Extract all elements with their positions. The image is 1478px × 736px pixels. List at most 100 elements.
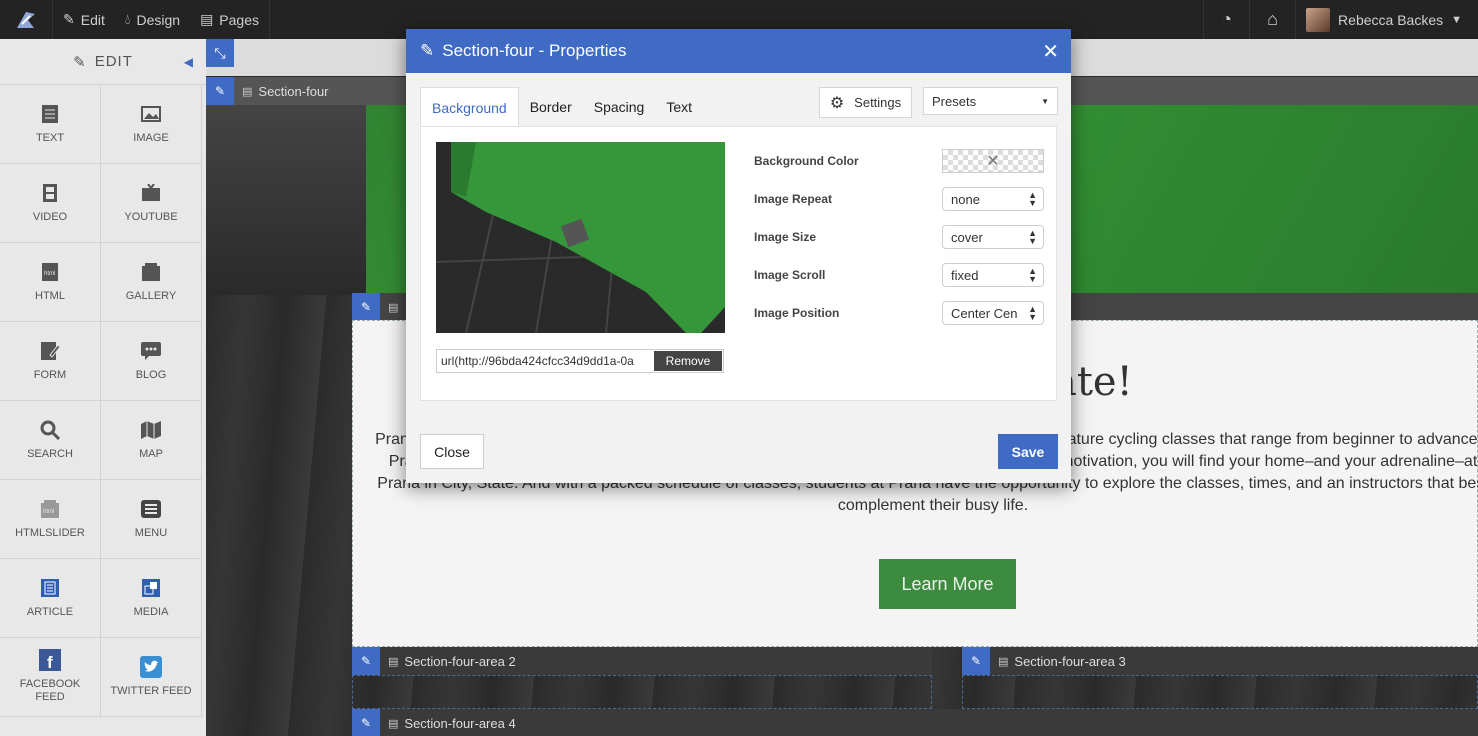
sidebar-title: EDIT — [94, 53, 133, 70]
facebook-icon: f — [39, 649, 61, 671]
drop-icon: 💧︎ — [124, 11, 131, 27]
menu-icon — [140, 499, 162, 519]
collapse-sidebar-icon[interactable]: ◀ — [184, 55, 194, 69]
pencil-square-icon: ✎ — [63, 11, 75, 27]
tile-label: GALLERY — [125, 289, 177, 302]
tile-blog[interactable]: BLOG — [101, 322, 202, 401]
edit-area4-icon[interactable]: ✎ — [352, 709, 380, 736]
settings-button[interactable]: ⚙ Settings — [819, 87, 912, 118]
area4-label[interactable]: ✎ ▤ Section-four-area 4 — [352, 709, 1478, 736]
tile-image[interactable]: IMAGE — [101, 85, 202, 164]
area4-name: Section-four-area 4 — [404, 715, 516, 731]
design-label: Design — [136, 11, 181, 28]
tile-gallery[interactable]: GALLERY — [101, 243, 202, 322]
close-icon[interactable]: ✕ — [1042, 39, 1059, 64]
save-button[interactable]: Save — [998, 434, 1058, 469]
area3-box[interactable] — [962, 675, 1478, 709]
area2-label[interactable]: ✎ ▤ Section-four-area 2 — [352, 647, 932, 675]
file-icon: ▤ — [200, 11, 214, 27]
tile-label: SEARCH — [27, 447, 73, 460]
tile-media[interactable]: MEDIA — [101, 559, 202, 638]
tile-htmlslider[interactable]: html HTMLSLIDER — [0, 480, 101, 559]
edit-section-icon[interactable]: ✎ — [206, 77, 234, 105]
edit-menu[interactable]: ✎ Edit — [53, 0, 115, 39]
tile-menu[interactable]: MENU — [101, 480, 202, 559]
image-scroll-select[interactable]: fixed ▲ ▼ — [942, 263, 1044, 287]
select-arrows-icon: ▲ ▼ — [1028, 266, 1037, 284]
document-icon: ▤ — [388, 655, 399, 668]
pages-menu[interactable]: ▤ Pages — [190, 0, 269, 39]
tile-form[interactable]: FORM — [0, 322, 101, 401]
dialog-body: Background Border Spacing Text ⚙ Setting… — [406, 73, 1071, 483]
dashboard-button[interactable]: ◔ — [1203, 0, 1249, 39]
tile-article[interactable]: ARTICLE — [0, 559, 101, 638]
learn-more-button[interactable]: Learn More — [879, 559, 1016, 609]
tile-youtube[interactable]: YOUTUBE — [101, 164, 202, 243]
pages-label: Pages — [219, 11, 259, 28]
image-url-field[interactable]: url(http://96bda424cfcc34d9dd1a-0a Remov… — [436, 349, 724, 373]
gallery-icon — [140, 262, 162, 282]
home-button[interactable]: ⌂ — [1249, 0, 1295, 39]
background-color-picker[interactable]: ✕ — [942, 149, 1044, 173]
area2-box[interactable] — [352, 675, 932, 709]
design-menu[interactable]: 💧︎ Design — [115, 0, 190, 39]
text-icon — [39, 104, 61, 124]
tile-label: VIDEO — [32, 210, 68, 223]
dialog-title: Section-four - Properties — [442, 41, 627, 60]
clear-color-icon: ✕ — [986, 153, 1000, 170]
image-position-select[interactable]: Center Cen ▲ ▼ — [942, 301, 1044, 325]
close-button[interactable]: Close — [420, 434, 484, 469]
form-icon — [39, 341, 61, 361]
app-logo[interactable] — [0, 0, 52, 39]
area2-name: Section-four-area 2 — [404, 653, 516, 669]
bg-color-label: Background Color — [754, 154, 859, 168]
tile-video[interactable]: VIDEO — [0, 164, 101, 243]
tab-spacing[interactable]: Spacing — [583, 87, 656, 127]
scroll-value: fixed — [951, 267, 979, 283]
tile-label: MAP — [139, 447, 163, 460]
user-name: Rebecca Backes — [1338, 11, 1444, 28]
edit-inner-icon[interactable]: ✎ — [352, 293, 380, 321]
caret-down-icon: ▼ — [1451, 13, 1462, 26]
search-icon — [39, 420, 61, 440]
gear-icon: ⚙ — [829, 94, 845, 112]
tile-map[interactable]: MAP — [101, 401, 202, 480]
tile-search[interactable]: SEARCH — [0, 401, 101, 480]
htmlslider-icon: html — [39, 499, 61, 519]
tile-text[interactable]: TEXT — [0, 85, 101, 164]
tile-label: FACEBOOK FEED — [19, 678, 81, 703]
remove-image-button[interactable]: Remove — [654, 351, 722, 371]
presets-select[interactable]: Presets ▼ — [923, 87, 1058, 115]
area3-name: Section-four-area 3 — [1014, 653, 1126, 669]
tab-text[interactable]: Text — [655, 87, 703, 127]
tile-html[interactable]: html HTML — [0, 243, 101, 322]
edit-area2-icon[interactable]: ✎ — [352, 647, 380, 675]
presets-value: Presets — [932, 93, 977, 109]
document-icon: ▤ — [998, 655, 1009, 668]
tile-label: HTML — [35, 289, 65, 302]
media-icon — [140, 578, 162, 598]
edit-square-icon: ✎ — [420, 41, 435, 60]
tile-label: MENU — [134, 526, 168, 539]
tab-background[interactable]: Background — [420, 87, 519, 127]
area3-label[interactable]: ✎ ▤ Section-four-area 3 — [962, 647, 1478, 675]
image-repeat-select[interactable]: none ▲ ▼ — [942, 187, 1044, 211]
properties-dialog: ✎ Section-four - Properties ✕ Background… — [406, 29, 1071, 483]
edit-sidebar: ✎ EDIT ◀ TEXT IMAGE VIDEO YOUTUBE html HT… — [0, 39, 206, 736]
tile-label: ARTICLE — [26, 605, 74, 618]
user-menu[interactable]: Rebecca Backes ▼ — [1295, 0, 1478, 39]
edit-area3-icon[interactable]: ✎ — [962, 647, 990, 675]
tile-twitter-feed[interactable]: TWITTER FEED — [101, 638, 202, 717]
sidebar-header: ✎ EDIT ◀ — [0, 39, 206, 85]
image-size-select[interactable]: cover ▲ ▼ — [942, 225, 1044, 249]
expand-button[interactable]: ⤡ — [206, 39, 234, 67]
expand-icon: ⤡ — [214, 44, 226, 61]
repeat-label: Image Repeat — [754, 192, 833, 206]
svg-text:f: f — [47, 653, 53, 671]
avatar — [1306, 7, 1331, 32]
tile-facebook-feed[interactable]: f FACEBOOK FEED — [0, 638, 101, 717]
tab-border[interactable]: Border — [519, 87, 583, 127]
size-value: cover — [951, 229, 983, 245]
edit-label: Edit — [80, 11, 105, 28]
document-icon: ▤ — [388, 717, 399, 730]
